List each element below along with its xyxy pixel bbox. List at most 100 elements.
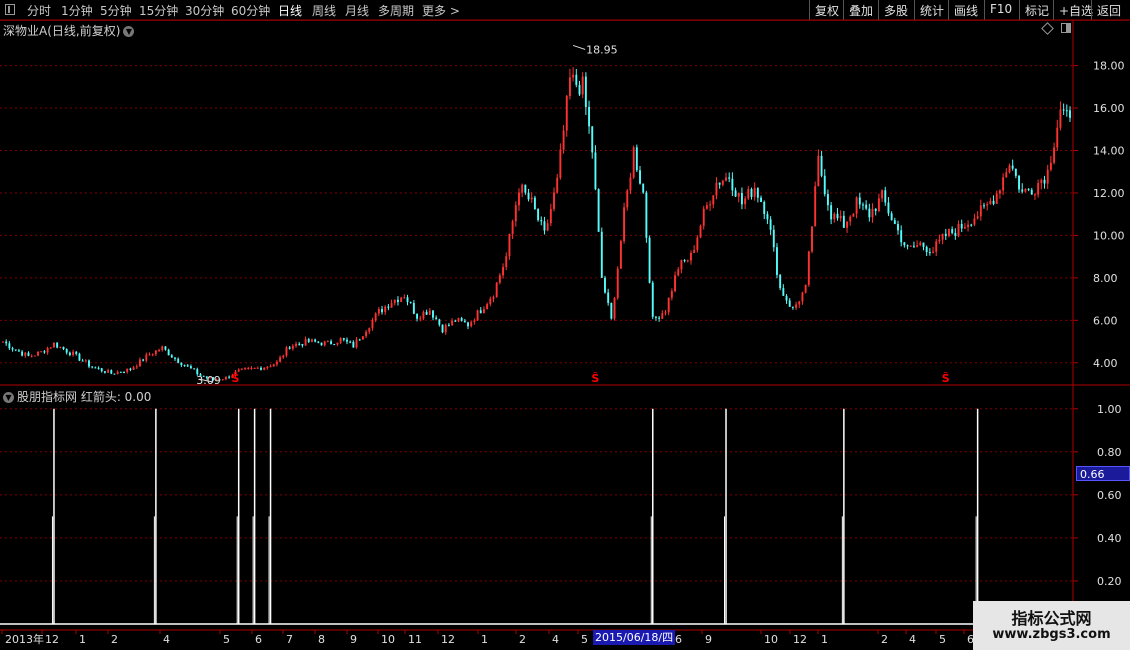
candle-body <box>874 208 877 212</box>
main-y-tick-label: 6.00 <box>1093 314 1118 327</box>
candle-body <box>833 213 836 220</box>
candle-body <box>610 302 613 319</box>
indicator-y-tick-label: 1.00 <box>1097 403 1122 416</box>
candle-body <box>62 346 65 350</box>
candle-body <box>148 354 151 356</box>
x-tick-label: 12 <box>441 633 455 646</box>
candle-body <box>508 234 511 257</box>
candle-body <box>142 359 145 361</box>
candle-body <box>588 106 591 127</box>
candle-body <box>753 188 756 197</box>
candle-body <box>1062 109 1065 111</box>
candle-body <box>183 365 186 367</box>
candle-body <box>855 197 858 214</box>
candle-body <box>1065 110 1068 112</box>
candle-body <box>976 216 979 219</box>
candle-body <box>473 320 476 322</box>
candle-body <box>709 204 712 206</box>
candle-body <box>342 338 345 340</box>
candle-body <box>766 214 769 220</box>
candle-body <box>56 342 59 348</box>
candle-body <box>995 193 998 204</box>
candle-body <box>788 300 791 307</box>
candle-body <box>288 347 291 349</box>
candle-body <box>524 184 527 193</box>
candle-body <box>944 233 947 237</box>
candle-body <box>858 197 861 205</box>
candle-body <box>174 357 176 359</box>
candle-body <box>14 349 17 351</box>
candle-body <box>887 202 890 214</box>
candle-body <box>900 230 903 243</box>
chart-canvas[interactable]: 18.00 16.00 14.00 12.00 10.00 8.00 6.00 4.00 1.0… <box>0 0 1130 650</box>
candle-body <box>94 367 97 369</box>
candle-body <box>177 358 180 363</box>
candle-body <box>597 189 600 232</box>
candle-body <box>925 246 928 253</box>
low-label: 3.09 <box>196 374 221 387</box>
candle-body <box>626 190 629 208</box>
candle-body <box>804 284 807 293</box>
candle-body <box>690 252 692 261</box>
candle-body <box>451 320 454 325</box>
candle-body <box>272 364 275 367</box>
candle-body <box>862 204 864 206</box>
candle-body <box>228 376 231 378</box>
candle-body <box>518 192 520 206</box>
candle-body <box>705 205 708 209</box>
candle-body <box>460 318 463 321</box>
candle-body <box>963 227 966 229</box>
candle-body <box>68 352 71 356</box>
indicator-y-tick-label: 0.20 <box>1097 575 1122 588</box>
candle-body <box>81 360 84 362</box>
candle-body <box>871 208 874 218</box>
watermark-url: www.zbgs3.com <box>992 627 1111 642</box>
candle-body <box>546 223 549 231</box>
candle-body <box>718 182 721 185</box>
candle-body <box>425 311 428 315</box>
candle-body <box>979 205 982 217</box>
candle-body <box>642 183 645 193</box>
candle-body <box>53 342 55 348</box>
candle-body <box>654 316 657 318</box>
x-tick-label: 6 <box>675 633 682 646</box>
candle-body <box>479 310 482 314</box>
candle-body <box>852 213 855 217</box>
candle-body <box>632 147 635 178</box>
candle-body <box>785 295 788 301</box>
candle-body <box>358 339 361 341</box>
red-s-marker: Ŝ <box>942 372 950 385</box>
candle-body <box>954 232 957 237</box>
candle-body <box>549 208 552 224</box>
x-tick-label: 2 <box>881 633 888 646</box>
candle-body <box>839 215 842 219</box>
candle-body <box>59 346 62 348</box>
candle-body <box>409 301 412 303</box>
candle-body <box>164 346 167 350</box>
candle-body <box>521 184 524 193</box>
candle-body <box>1002 177 1005 191</box>
candle-body <box>584 76 587 107</box>
x-tick-label: 4 <box>909 633 916 646</box>
candle-body <box>323 341 326 346</box>
candle-body <box>5 341 8 344</box>
candle-body <box>884 190 887 203</box>
candle-body <box>1034 194 1036 196</box>
high-pointer <box>572 44 586 50</box>
candle-body <box>935 241 938 252</box>
x-tick-label: 6 <box>255 633 262 646</box>
candle-body <box>256 367 259 369</box>
candle-body <box>463 320 466 323</box>
candle-body <box>224 376 227 380</box>
candle-body <box>406 297 409 302</box>
candle-body <box>158 350 161 352</box>
candle-body <box>814 186 817 227</box>
candle-body <box>696 237 699 250</box>
candle-body <box>1056 127 1059 148</box>
candle-body <box>877 198 880 212</box>
candle-body <box>846 221 849 228</box>
high-label: 18.95 <box>586 43 618 56</box>
candle-body <box>712 195 715 205</box>
candle-body <box>922 242 925 247</box>
candle-body <box>581 76 584 95</box>
